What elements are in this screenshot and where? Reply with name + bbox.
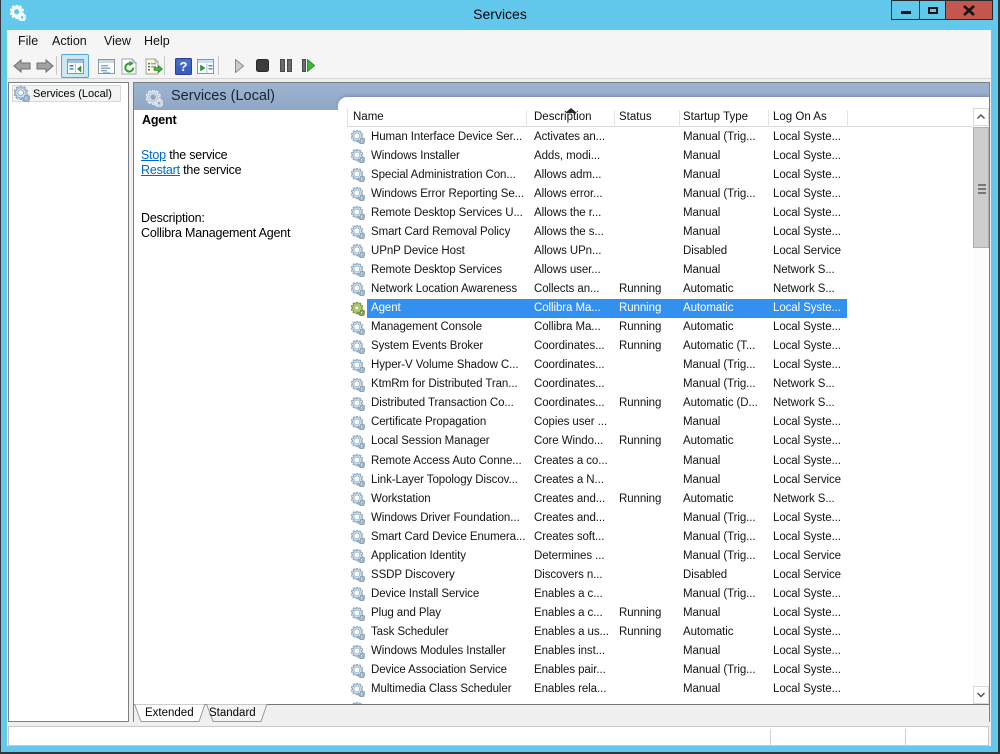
svg-text:?: ?: [180, 59, 188, 74]
